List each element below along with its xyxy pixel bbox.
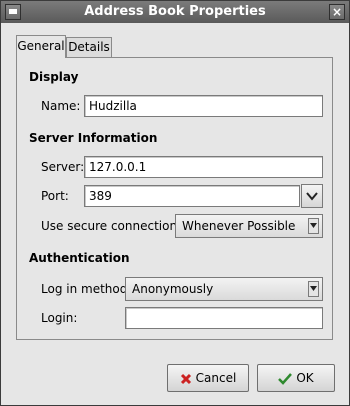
- cancel-x-icon: [180, 373, 191, 384]
- login-method-label: Log in method:: [41, 282, 132, 296]
- address-book-properties-dialog: Address Book Properties × General Detail…: [0, 0, 350, 406]
- server-field[interactable]: 127.0.0.1: [84, 156, 323, 178]
- tab-general[interactable]: General: [16, 35, 66, 58]
- secure-connection-label: Use secure connection:: [41, 219, 182, 233]
- chevron-down-icon: [306, 192, 318, 201]
- server-label: Server:: [41, 160, 85, 174]
- login-label: Login:: [41, 311, 78, 325]
- authentication-heading: Authentication: [29, 251, 130, 265]
- login-method-select[interactable]: Anonymously: [125, 277, 323, 301]
- ok-label: OK: [296, 371, 314, 385]
- login-method-value: Anonymously: [132, 282, 214, 296]
- cancel-label: Cancel: [195, 371, 237, 385]
- option-menu-arrow-icon: [308, 281, 319, 297]
- close-icon[interactable]: ×: [329, 4, 345, 20]
- port-field[interactable]: 389: [84, 185, 300, 207]
- general-panel: Display Name: Hudzilla Server Informatio…: [16, 57, 333, 340]
- window-title: Address Book Properties: [84, 4, 266, 19]
- option-menu-arrow-icon: [308, 218, 319, 234]
- tab-details[interactable]: Details: [66, 37, 112, 57]
- port-label: Port:: [41, 189, 69, 203]
- cancel-button[interactable]: Cancel: [167, 364, 249, 392]
- checkmark-icon: [278, 372, 293, 385]
- name-label: Name:: [41, 99, 81, 113]
- ok-button[interactable]: OK: [257, 364, 335, 392]
- window-menu-icon[interactable]: [5, 4, 21, 20]
- server-information-heading: Server Information: [29, 131, 158, 145]
- name-field[interactable]: Hudzilla: [84, 95, 323, 117]
- display-heading: Display: [29, 70, 79, 84]
- secure-connection-select[interactable]: Whenever Possible: [175, 214, 323, 238]
- port-dropdown-button[interactable]: [301, 184, 323, 208]
- title-bar: Address Book Properties ×: [1, 1, 349, 23]
- secure-connection-value: Whenever Possible: [182, 219, 296, 233]
- login-field[interactable]: [125, 307, 323, 329]
